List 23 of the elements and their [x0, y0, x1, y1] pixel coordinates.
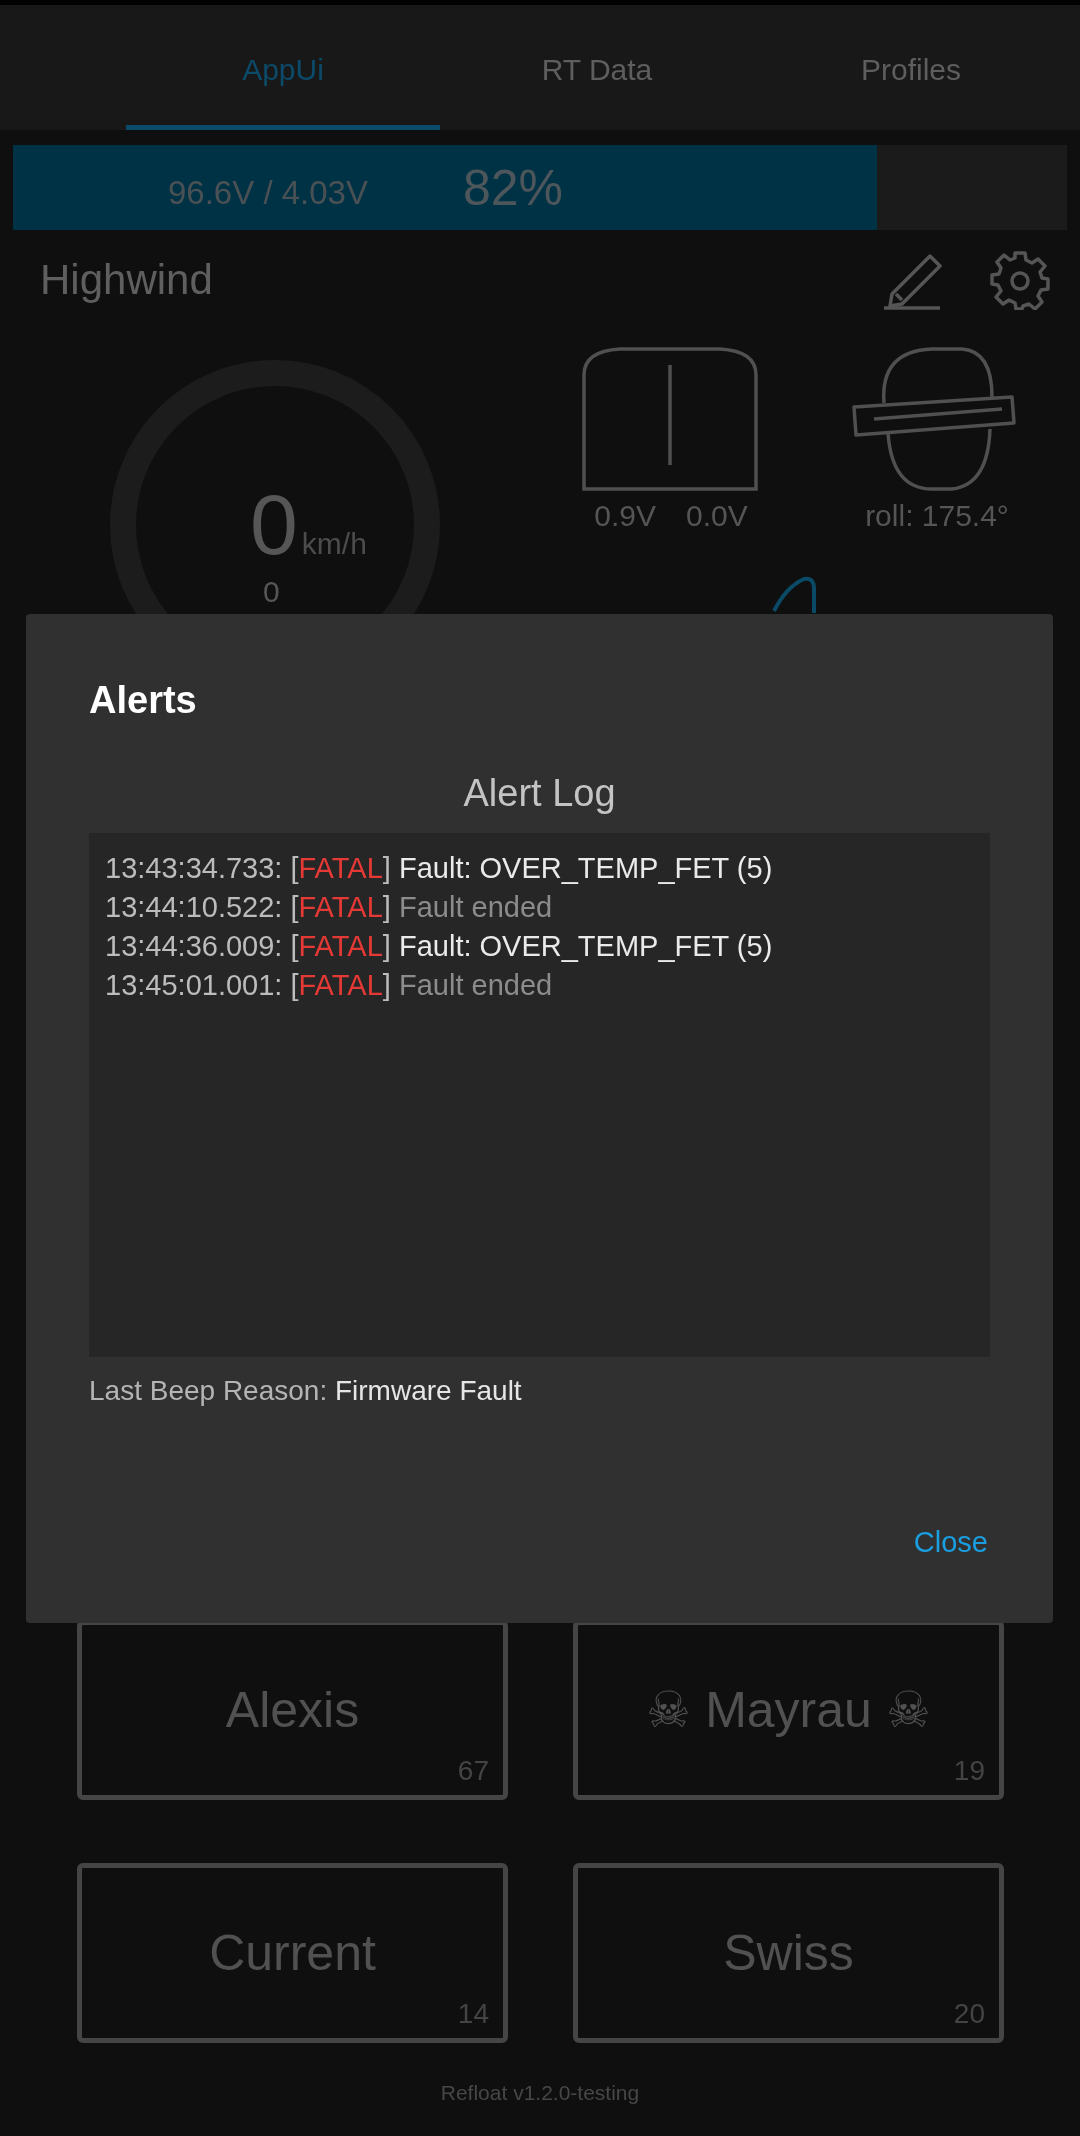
log-line: 13:43:34.733: [FATAL] Fault: OVER_TEMP_FET (5): [105, 851, 774, 886]
voltage-text: 96.6V / 4.03V: [168, 173, 368, 212]
log-title: Alert Log: [462, 772, 617, 815]
log-line: 13:44:10.522: [FATAL] Fault ended: [105, 890, 554, 925]
tab[interactable]: Profiles: [754, 5, 1068, 130]
version-text: Refloat v1.2.0-testing: [439, 2081, 641, 2105]
speed-value: 0: [250, 475, 298, 574]
log-line: 13:45:01.001: [FATAL] Fault ended: [105, 968, 554, 1003]
roll-reading: roll: 175.4°: [865, 499, 1009, 533]
settings-icon[interactable]: [990, 250, 1050, 310]
log-line: 13:44:36.009: [FATAL] Fault: OVER_TEMP_FET (5): [105, 929, 774, 964]
tab[interactable]: RT Data: [440, 5, 754, 130]
board-icon: [770, 575, 818, 615]
close-button[interactable]: Close: [911, 1520, 990, 1565]
beep-reason: Last Beep Reason: Firmware Fault: [89, 1375, 523, 1407]
footpad-reading: 0.0V: [686, 499, 748, 533]
secondary-value: 0: [263, 575, 280, 609]
dialog-title: Alerts: [89, 679, 198, 722]
speed-unit: km/h: [301, 527, 367, 561]
tab[interactable]: AppUi: [126, 5, 440, 130]
footpad-reading: 0.9V: [594, 499, 656, 533]
board-name: Highwind: [40, 256, 213, 304]
battery-percent: 82%: [463, 158, 564, 217]
